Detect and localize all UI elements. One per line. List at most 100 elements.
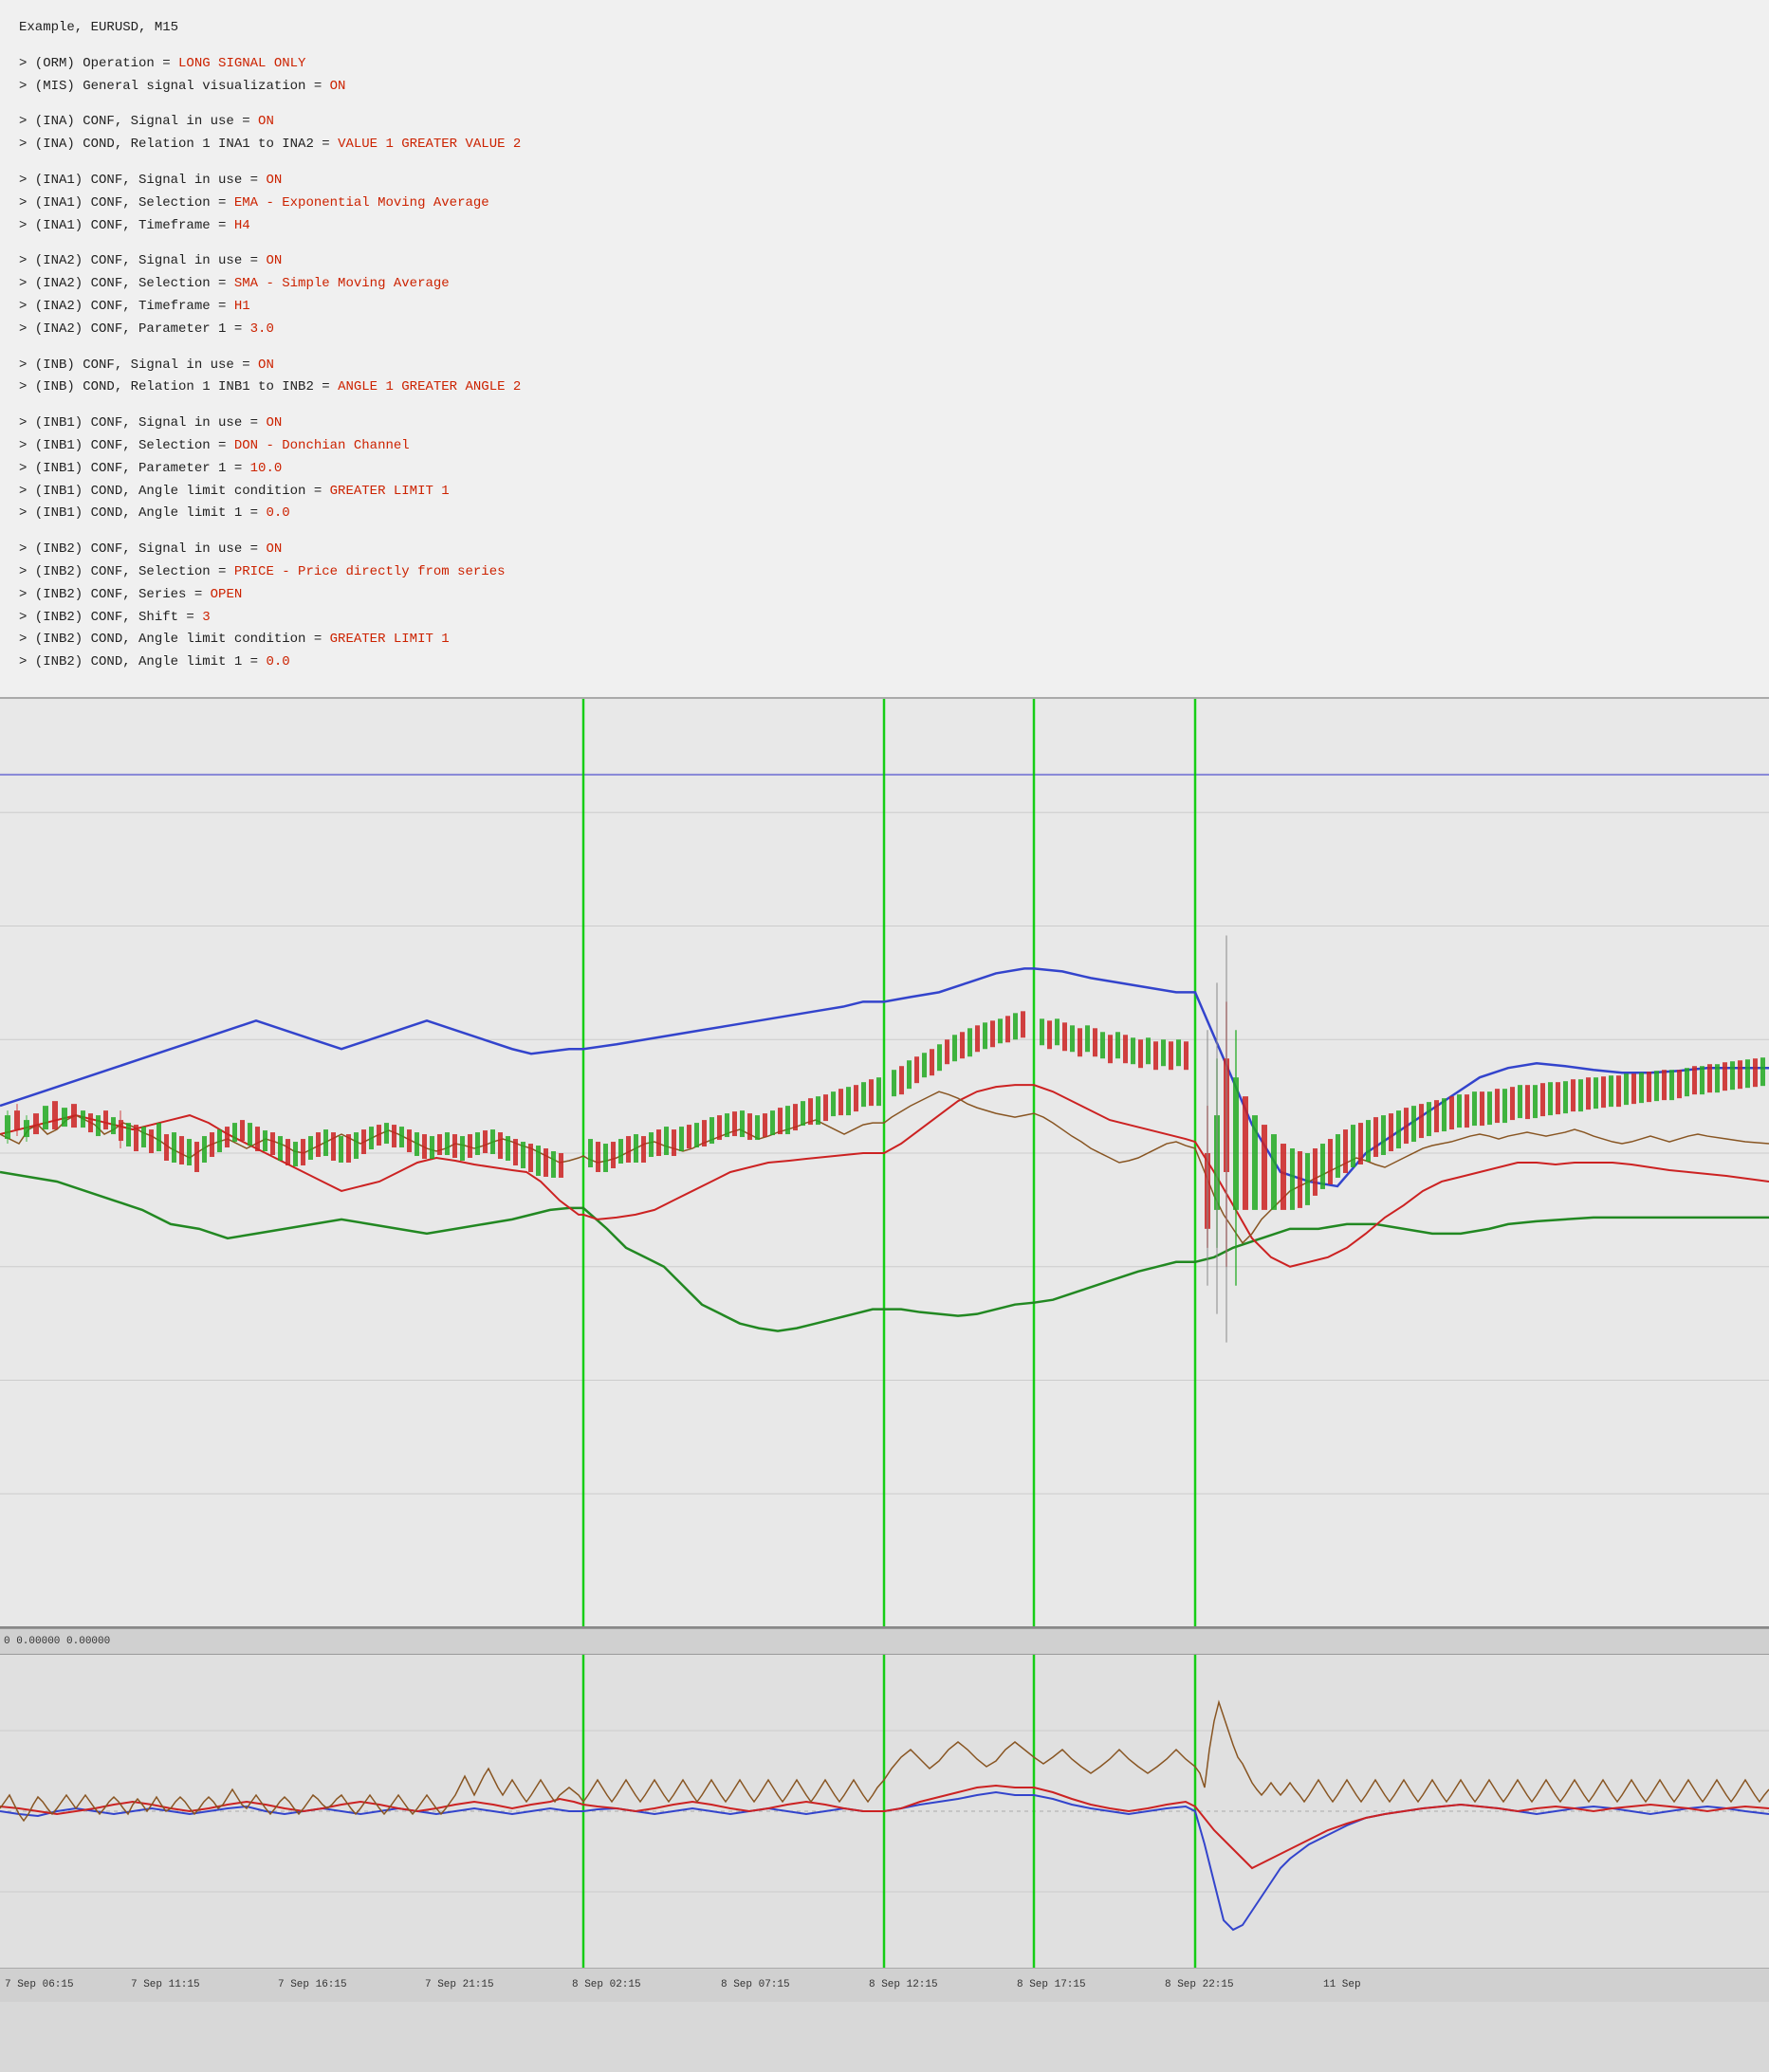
- inb2-series-value: OPEN: [211, 587, 243, 602]
- inb2-sel-text: > (INB2) CONF, Selection =: [19, 564, 234, 579]
- ina1-tf-text: > (INA1) CONF, Timeframe =: [19, 218, 234, 233]
- inb-cond-value: ANGLE 1 GREATER ANGLE 2: [338, 379, 521, 394]
- config-text-section: Example, EURUSD, M15 > (ORM) Operation =…: [0, 0, 1769, 697]
- ina2-p1-value: 3.0: [250, 321, 274, 337]
- ina-cond-line: > (INA) COND, Relation 1 INA1 to INA2 = …: [19, 134, 1750, 156]
- ina1-conf-text: > (INA1) CONF, Signal in use =: [19, 173, 266, 188]
- inb-cond-text: > (INB) COND, Relation 1 INB1 to INB2 =: [19, 379, 338, 394]
- inb2-conf-value: ON: [266, 541, 282, 557]
- time-label-5: 8 Sep 02:15: [572, 1979, 641, 1990]
- orm-line: > (ORM) Operation = LONG SIGNAL ONLY: [19, 53, 1750, 76]
- inb1-p1-text: > (INB1) CONF, Parameter 1 =: [19, 461, 250, 476]
- time-axis: 7 Sep 06:15 7 Sep 11:15 7 Sep 16:15 7 Se…: [0, 1968, 1769, 2002]
- inb1-angle-cond-text: > (INB1) COND, Angle limit condition =: [19, 484, 330, 499]
- main-chart: [0, 699, 1769, 1628]
- ina-group: > (INA) CONF, Signal in use = ON > (INA)…: [19, 111, 1750, 156]
- inb2-sel-line: > (INB2) CONF, Selection = PRICE - Price…: [19, 561, 1750, 584]
- inb2-angle-lim-text: > (INB2) COND, Angle limit 1 =: [19, 654, 266, 669]
- inb1-p1-value: 10.0: [250, 461, 283, 476]
- inb1-angle-lim-line: > (INB1) COND, Angle limit 1 = 0.0: [19, 503, 1750, 525]
- orm-text: > (ORM) Operation =: [19, 56, 178, 71]
- header-group: Example, EURUSD, M15: [19, 17, 1750, 40]
- ina2-p1-line: > (INA2) CONF, Parameter 1 = 3.0: [19, 319, 1750, 341]
- ina2-sel-line: > (INA2) CONF, Selection = SMA - Simple …: [19, 273, 1750, 296]
- inb-conf-line: > (INB) CONF, Signal in use = ON: [19, 355, 1750, 377]
- inb2-conf-text: > (INB2) CONF, Signal in use =: [19, 541, 266, 557]
- inb1-angle-cond-value: GREATER LIMIT 1: [330, 484, 450, 499]
- mis-line: > (MIS) General signal visualization = O…: [19, 76, 1750, 99]
- ina-conf-value: ON: [258, 114, 274, 129]
- inb2-conf-line: > (INB2) CONF, Signal in use = ON: [19, 539, 1750, 561]
- inb-conf-value: ON: [258, 358, 274, 373]
- ina1-conf-value: ON: [266, 173, 282, 188]
- inb2-angle-cond-line: > (INB2) COND, Angle limit condition = G…: [19, 629, 1750, 651]
- inb2-angle-cond-text: > (INB2) COND, Angle limit condition =: [19, 632, 330, 647]
- inb2-sel-value: PRICE - Price directly from series: [234, 564, 506, 579]
- ina1-sel-line: > (INA1) CONF, Selection = EMA - Exponen…: [19, 193, 1750, 215]
- mis-value: ON: [330, 79, 346, 94]
- inb1-sel-text: > (INB1) CONF, Selection =: [19, 438, 234, 453]
- inb1-conf-line: > (INB1) CONF, Signal in use = ON: [19, 413, 1750, 435]
- zero-line-label: 0 0.00000 0.00000: [4, 1636, 110, 1647]
- time-label-3: 7 Sep 16:15: [278, 1979, 347, 1990]
- time-label-9: 8 Sep 22:15: [1165, 1979, 1234, 1990]
- inb-group: > (INB) CONF, Signal in use = ON > (INB)…: [19, 355, 1750, 400]
- inb2-series-text: > (INB2) CONF, Series =: [19, 587, 211, 602]
- inb2-angle-lim-line: > (INB2) COND, Angle limit 1 = 0.0: [19, 651, 1750, 674]
- ina2-conf-line: > (INA2) CONF, Signal in use = ON: [19, 250, 1750, 273]
- ina1-sel-value: EMA - Exponential Moving Average: [234, 195, 489, 211]
- main-chart-svg: [0, 699, 1769, 1626]
- example-label: Example, EURUSD, M15: [19, 20, 178, 35]
- ina2-conf-text: > (INA2) CONF, Signal in use =: [19, 253, 266, 268]
- ina2-group: > (INA2) CONF, Signal in use = ON > (INA…: [19, 250, 1750, 340]
- ina-cond-value: VALUE 1 GREATER VALUE 2: [338, 137, 521, 152]
- ina1-tf-value: H4: [234, 218, 250, 233]
- time-label-8: 8 Sep 17:15: [1017, 1979, 1086, 1990]
- time-label-4: 7 Sep 21:15: [425, 1979, 494, 1990]
- ina2-conf-value: ON: [266, 253, 282, 268]
- ina1-group: > (INA1) CONF, Signal in use = ON > (INA…: [19, 170, 1750, 237]
- orm-value: LONG SIGNAL ONLY: [178, 56, 305, 71]
- inb2-shift-value: 3: [202, 610, 210, 625]
- inb1-angle-lim-value: 0.0: [266, 505, 289, 521]
- time-label-2: 7 Sep 11:15: [131, 1979, 200, 1990]
- ina-cond-text: > (INA) COND, Relation 1 INA1 to INA2 =: [19, 137, 338, 152]
- ina2-sel-value: SMA - Simple Moving Average: [234, 276, 450, 291]
- inb2-shift-line: > (INB2) CONF, Shift = 3: [19, 607, 1750, 630]
- ina2-tf-value: H1: [234, 299, 250, 314]
- ina1-sel-text: > (INA1) CONF, Selection =: [19, 195, 234, 211]
- ina2-p1-text: > (INA2) CONF, Parameter 1 =: [19, 321, 250, 337]
- inb2-angle-cond-value: GREATER LIMIT 1: [330, 632, 450, 647]
- time-label-6: 8 Sep 07:15: [721, 1979, 790, 1990]
- orm-group: > (ORM) Operation = LONG SIGNAL ONLY > (…: [19, 53, 1750, 99]
- inb1-group: > (INB1) CONF, Signal in use = ON > (INB…: [19, 413, 1750, 525]
- mis-text: > (MIS) General signal visualization =: [19, 79, 330, 94]
- sub-chart-svg: [0, 1655, 1769, 1968]
- ina2-tf-text: > (INA2) CONF, Timeframe =: [19, 299, 234, 314]
- ina2-sel-text: > (INA2) CONF, Selection =: [19, 276, 234, 291]
- inb1-conf-value: ON: [266, 415, 282, 431]
- ina2-tf-line: > (INA2) CONF, Timeframe = H1: [19, 296, 1750, 319]
- inb2-shift-text: > (INB2) CONF, Shift =: [19, 610, 202, 625]
- ina-conf-text: > (INA) CONF, Signal in use =: [19, 114, 258, 129]
- inb1-sel-line: > (INB1) CONF, Selection = DON - Donchia…: [19, 435, 1750, 458]
- time-label-10: 11 Sep: [1323, 1979, 1361, 1990]
- inb-conf-text: > (INB) CONF, Signal in use =: [19, 358, 258, 373]
- inb1-sel-value: DON - Donchian Channel: [234, 438, 410, 453]
- inb1-conf-text: > (INB1) CONF, Signal in use =: [19, 415, 266, 431]
- inb2-group: > (INB2) CONF, Signal in use = ON > (INB…: [19, 539, 1750, 674]
- inb1-p1-line: > (INB1) CONF, Parameter 1 = 10.0: [19, 458, 1750, 481]
- time-label-7: 8 Sep 12:15: [869, 1979, 938, 1990]
- ina-conf-line: > (INA) CONF, Signal in use = ON: [19, 111, 1750, 134]
- inb1-angle-lim-text: > (INB1) COND, Angle limit 1 =: [19, 505, 266, 521]
- ina1-conf-line: > (INA1) CONF, Signal in use = ON: [19, 170, 1750, 193]
- inb-cond-line: > (INB) COND, Relation 1 INB1 to INB2 = …: [19, 376, 1750, 399]
- inb1-angle-cond-line: > (INB1) COND, Angle limit condition = G…: [19, 481, 1750, 504]
- ina1-tf-line: > (INA1) CONF, Timeframe = H4: [19, 215, 1750, 238]
- chart-area: 0 0.00000 0.00000 7 Sep 06:15 7 Sep 11:1…: [0, 697, 1769, 2072]
- time-label-1: 7 Sep 06:15: [5, 1979, 74, 1990]
- inb2-series-line: > (INB2) CONF, Series = OPEN: [19, 584, 1750, 607]
- header-line: Example, EURUSD, M15: [19, 17, 1750, 40]
- inb2-angle-lim-value: 0.0: [266, 654, 289, 669]
- sub-chart: [0, 1655, 1769, 1968]
